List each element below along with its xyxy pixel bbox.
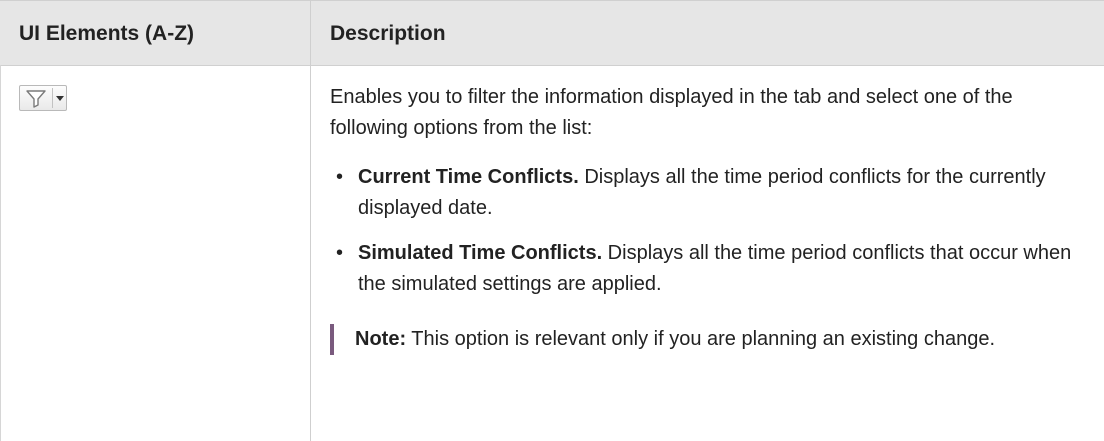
- options-list: • Current Time Conflicts. Displays all t…: [330, 162, 1090, 300]
- header-ui-elements: UI Elements (A-Z): [19, 22, 195, 45]
- header-description: Description: [330, 22, 446, 45]
- table-left-border: [0, 65, 1, 441]
- note-bar: [330, 324, 334, 355]
- option-title: Current Time Conflicts.: [358, 166, 579, 188]
- chevron-down-icon[interactable]: [55, 89, 65, 107]
- list-item: • Current Time Conflicts. Displays all t…: [330, 162, 1090, 224]
- option-title: Simulated Time Conflicts.: [358, 242, 603, 264]
- description-cell: Enables you to filter the information di…: [330, 82, 1090, 355]
- bullet-icon: •: [336, 166, 344, 188]
- filter-separator: [52, 88, 53, 108]
- list-item: • Simulated Time Conflicts. Displays all…: [330, 238, 1090, 300]
- table-header-row: UI Elements (A-Z) Description: [0, 0, 1104, 65]
- filter-icon[interactable]: [25, 89, 47, 108]
- note-label: Note:: [355, 328, 407, 350]
- description-intro: Enables you to filter the information di…: [330, 86, 1013, 139]
- filter-dropdown-button[interactable]: [19, 85, 67, 111]
- column-divider: [310, 0, 311, 441]
- bullet-icon: •: [336, 242, 344, 264]
- note-callout: Note: This option is relevant only if yo…: [330, 324, 1090, 355]
- ui-elements-table: UI Elements (A-Z) Description Enables yo…: [0, 0, 1104, 441]
- note-text: This option is relevant only if you are …: [406, 328, 995, 350]
